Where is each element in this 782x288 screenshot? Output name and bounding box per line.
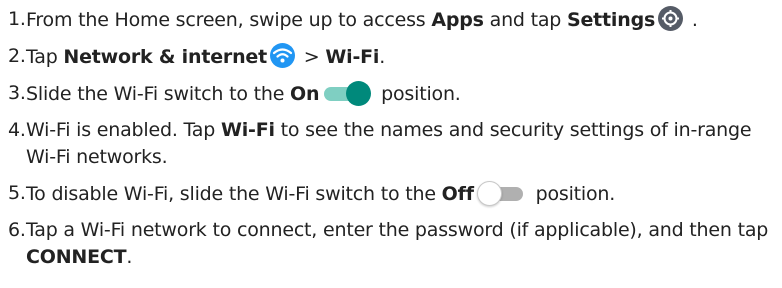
step-number: 5. [8, 182, 26, 204]
off-label: Off [441, 183, 474, 205]
settings-label: Settings [567, 9, 656, 31]
step-text: Slide the Wi-Fi switch to the [26, 83, 291, 105]
wifi-label: Wi-Fi [325, 46, 380, 68]
step-text: . [686, 9, 698, 31]
apps-label: Apps [431, 9, 484, 31]
step-6: 6. Tap a Wi-Fi network to connect, enter… [8, 217, 778, 271]
step-text: position. [375, 83, 461, 105]
step-text: position. [529, 183, 616, 205]
network-internet-label: Network & internet [63, 46, 267, 68]
step-3: 3. Slide the Wi-Fi switch to the On posi… [8, 80, 778, 108]
step-text: To disable Wi-Fi, slide the Wi-Fi switch… [26, 183, 442, 205]
step-number: 3. [8, 82, 26, 104]
step-4: 4. Wi-Fi is enabled. Tap Wi-Fi to see th… [8, 117, 778, 171]
step-text: > [297, 46, 326, 68]
wifi-icon [269, 43, 295, 68]
step-2: 2. Tap Network & internet > Wi-Fi. [8, 43, 778, 71]
toggle-knob [346, 81, 372, 106]
step-5: 5. To disable Wi-Fi, slide the Wi-Fi swi… [8, 180, 778, 208]
step-number: 2. [8, 45, 26, 67]
step-text: and tap [483, 9, 567, 31]
step-number: 1. [8, 8, 26, 30]
step-text: From the Home screen, swipe up to access [26, 9, 432, 31]
instruction-list: 1. From the Home screen, swipe up to acc… [8, 6, 778, 280]
step-text: Tap [26, 46, 64, 68]
step-text: Tap a Wi-Fi network to connect, enter th… [26, 219, 769, 241]
step-number: 4. [8, 119, 26, 141]
toggle-off-icon [476, 180, 527, 207]
step-number: 6. [8, 219, 26, 241]
step-text: . [126, 246, 133, 268]
wifi-label: Wi-Fi [220, 119, 275, 141]
step-text: Wi-Fi is enabled. Tap [26, 119, 221, 141]
connect-label: CONNECT [26, 246, 127, 268]
toggle-on-icon [322, 80, 372, 107]
toggle-knob [476, 181, 502, 206]
on-label: On [290, 83, 320, 105]
settings-gear-icon [658, 6, 684, 31]
step-text: . [379, 46, 386, 68]
step-1: 1. From the Home screen, swipe up to acc… [8, 6, 778, 34]
